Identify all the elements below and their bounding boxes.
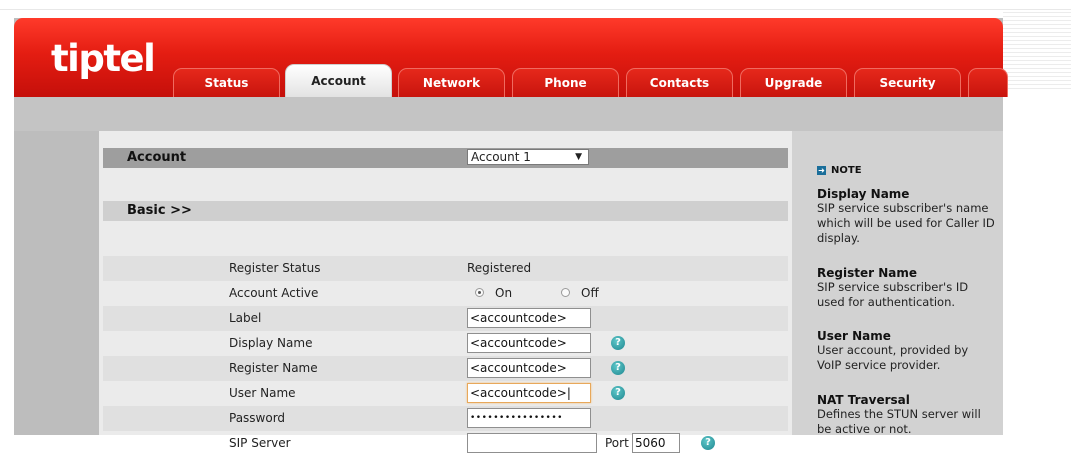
note-item-text: SIP service subscriber's ID used for aut… bbox=[817, 280, 969, 309]
display-name-label: Display Name bbox=[229, 336, 313, 350]
note-item-register-name: Register Name SIP service subscriber's I… bbox=[817, 266, 995, 310]
row-display-name: Display Name <accountcode> ? bbox=[103, 331, 788, 356]
tab-network[interactable]: Network bbox=[398, 68, 505, 97]
note-item-user-name: User Name User account, provided by VoIP… bbox=[817, 329, 995, 373]
note-heading: NOTE bbox=[831, 165, 862, 176]
account-select-value: Account 1 bbox=[471, 150, 531, 164]
tab-overflow[interactable] bbox=[968, 68, 1008, 97]
account-active-on-radio[interactable] bbox=[475, 288, 484, 297]
chevron-down-icon: ▼ bbox=[575, 152, 582, 162]
background-stripes bbox=[1003, 12, 1071, 92]
tab-account[interactable]: Account bbox=[285, 64, 392, 97]
display-name-help-icon[interactable]: ? bbox=[611, 336, 625, 350]
row-password: Password •••••••••••••••• bbox=[103, 406, 788, 431]
tiptel-logo: tiptel bbox=[51, 37, 156, 80]
header-bar: tiptel Status Account Network Phone Cont… bbox=[14, 18, 1008, 97]
sub-nav-bar bbox=[14, 97, 1003, 131]
tab-phone[interactable]: Phone bbox=[512, 68, 619, 97]
note-item-text: User account, provided by VoIP service p… bbox=[817, 343, 969, 372]
note-item-nat-traversal: NAT Traversal Defines the STUN server wi… bbox=[817, 393, 995, 437]
user-name-help-icon[interactable]: ? bbox=[611, 386, 625, 400]
account-active-off-radio[interactable] bbox=[561, 288, 570, 297]
register-status-label: Register Status bbox=[229, 261, 321, 275]
account-section-title: Account bbox=[127, 150, 187, 165]
display-name-input[interactable]: <accountcode> bbox=[467, 333, 591, 353]
top-divider bbox=[0, 9, 1071, 10]
register-name-label: Register Name bbox=[229, 361, 318, 375]
tab-upgrade[interactable]: Upgrade bbox=[740, 68, 847, 97]
register-name-help-icon[interactable]: ? bbox=[611, 361, 625, 375]
row-register-status: Register Status Registered bbox=[103, 256, 788, 281]
register-name-input[interactable]: <accountcode> bbox=[467, 358, 591, 378]
note-item-title: Register Name bbox=[817, 266, 917, 280]
note-item-display-name: Display Name SIP service subscriber's na… bbox=[817, 187, 995, 246]
row-account-active: Account Active On Off bbox=[103, 281, 788, 306]
row-register-name: Register Name <accountcode> ? bbox=[103, 356, 788, 381]
label-field-label: Label bbox=[229, 311, 262, 325]
account-select[interactable]: Account 1 ▼ bbox=[467, 149, 589, 165]
account-section-bar: Account Account 1 ▼ bbox=[103, 148, 788, 168]
password-label: Password bbox=[229, 411, 286, 425]
sip-port-input[interactable]: 5060 bbox=[632, 433, 680, 453]
account-active-on-label: On bbox=[495, 286, 513, 300]
note-item-text: Defines the STUN server will be active o… bbox=[817, 407, 981, 436]
account-active-label: Account Active bbox=[229, 286, 319, 300]
app-frame: tiptel Status Account Network Phone Cont… bbox=[14, 18, 1008, 453]
row-label: Label <accountcode> bbox=[103, 306, 788, 331]
tab-contacts[interactable]: Contacts bbox=[626, 68, 733, 97]
basic-section-bar: Basic >> bbox=[103, 201, 788, 221]
sip-server-help-icon[interactable]: ? bbox=[701, 436, 715, 450]
note-item-title: NAT Traversal bbox=[817, 393, 910, 407]
tab-status[interactable]: Status bbox=[173, 68, 280, 97]
note-item-title: User Name bbox=[817, 329, 891, 343]
user-name-input[interactable]: <accountcode>| bbox=[467, 383, 591, 403]
note-item-title: Display Name bbox=[817, 187, 910, 201]
tab-security[interactable]: Security bbox=[854, 68, 961, 97]
note-arrow-icon: ➜ bbox=[817, 166, 826, 175]
label-input[interactable]: <accountcode> bbox=[467, 308, 591, 328]
row-user-name: User Name <accountcode>| ? bbox=[103, 381, 788, 406]
user-name-label: User Name bbox=[229, 386, 296, 400]
account-panel: Account Account 1 ▼ Basic >> Register St… bbox=[99, 131, 792, 453]
password-input[interactable]: •••••••••••••••• bbox=[467, 408, 591, 428]
sip-server-input[interactable] bbox=[467, 433, 597, 453]
basic-section-title[interactable]: Basic >> bbox=[127, 203, 192, 218]
account-active-off-label: Off bbox=[581, 286, 599, 300]
register-status-value: Registered bbox=[467, 261, 532, 275]
note-item-text: SIP service subscriber's name which will… bbox=[817, 201, 995, 245]
note-panel: ➜ NOTE Display Name SIP service subscrib… bbox=[792, 131, 1003, 437]
